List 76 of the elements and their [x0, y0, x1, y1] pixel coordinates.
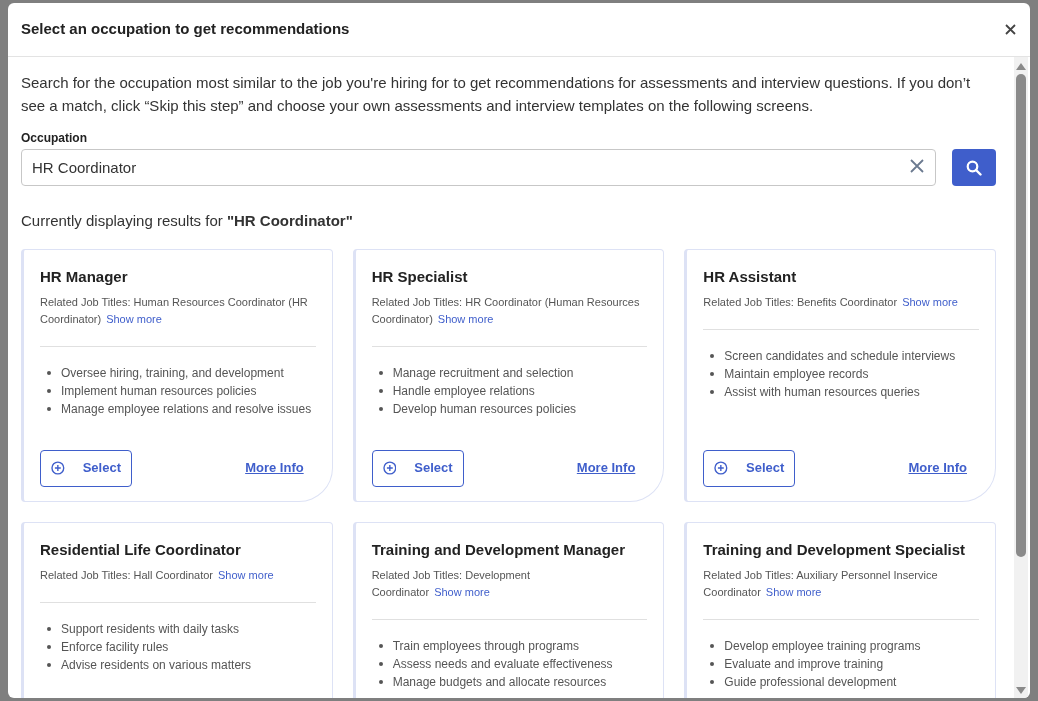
close-icon[interactable] [1003, 22, 1018, 37]
bullet-text: Evaluate and improve training [724, 656, 884, 673]
bullet-text: Train employees through programs [392, 638, 579, 655]
related-titles: Related Job Titles: Hall Coordinator Show more [40, 568, 275, 583]
related-titles: Related Job Titles: HR Coordinator (Human Resources Coordinator) Show more [371, 295, 641, 327]
related-titles: Related Job Titles: Auxiliary Personnel Inservice Coordinator Show more [703, 568, 939, 600]
show-more-link[interactable]: Show more [437, 313, 494, 325]
plus-circle-icon [714, 461, 728, 475]
search-button[interactable] [952, 149, 996, 186]
bullet-icon [47, 627, 51, 631]
bullet-icon [378, 407, 383, 411]
clear-icon[interactable] [910, 159, 924, 173]
search-icon [966, 159, 982, 176]
bullet-text: Assist with human resources queries [724, 384, 920, 401]
bullet-icon [378, 644, 383, 648]
bullet-text: Maintain employee records [724, 366, 869, 383]
bullet-icon [710, 354, 715, 358]
bullet-text: Handle employee relations [392, 383, 535, 400]
related-titles: Related Job Titles: Human Resources Coordinator (HR Coordinator) Show more [40, 295, 309, 327]
show-more-link[interactable]: Show more [765, 586, 822, 598]
bullet-icon [47, 645, 51, 649]
bullet-icon [710, 680, 715, 684]
bullet-icon [378, 389, 383, 393]
bullet-text: Develop employee training programs [724, 638, 921, 655]
card-title: Training and Development Specialist [703, 539, 967, 560]
card-title: HR Manager [40, 266, 129, 287]
dialog-title: Select an occupation to get recommendations [21, 19, 350, 40]
occupation-field[interactable]: HR Coordinator [21, 149, 936, 186]
card-title: Residential Life Coordinator [40, 539, 242, 560]
bullet-text: Guide professional development [724, 674, 897, 691]
scrollbar-thumb[interactable] [1016, 74, 1026, 557]
bullet-text: Assess needs and evaluate effectiveness [392, 656, 613, 673]
bullet-text: Enforce facility rules [61, 639, 169, 656]
scroll-down-icon[interactable] [1016, 687, 1026, 694]
more-info-link[interactable]: More Info [576, 458, 636, 478]
scroll-up-icon[interactable] [1016, 63, 1026, 70]
bullet-icon [47, 371, 51, 375]
bullet-text: Advise residents on various matters [61, 657, 252, 674]
bullet-icon [710, 390, 715, 394]
plus-circle-icon [382, 461, 397, 475]
bullet-text: Support residents with daily tasks [61, 621, 240, 638]
related-titles: Related Job Titles: Development Coordinator Show more [371, 568, 532, 600]
select-button[interactable]: Select [40, 449, 132, 487]
bullet-text: Implement human resources policies [61, 383, 257, 400]
more-info-link[interactable]: More Info [245, 458, 304, 478]
bullet-icon [47, 663, 51, 667]
more-info-link[interactable]: More Info [908, 458, 967, 478]
bullet-text: Oversee hiring, training, and development [61, 365, 284, 382]
bullet-icon [47, 389, 51, 393]
bullet-icon [378, 680, 383, 684]
show-more-link[interactable]: Show more [106, 313, 162, 325]
show-more-link[interactable]: Show more [218, 569, 274, 581]
card-title: Training and Development Manager [371, 539, 627, 560]
related-titles: Related Job Titles: Benefits Coordinator Show more [703, 295, 959, 310]
bullet-icon [710, 662, 715, 666]
bullet-text: Screen candidates and schedule interviews [724, 348, 956, 365]
bullet-text: Manage employee relations and resolve issues [61, 401, 312, 418]
select-button[interactable]: Select [703, 449, 796, 487]
bullet-icon [47, 407, 51, 411]
show-more-link[interactable]: Show more [902, 296, 958, 308]
bullet-icon [710, 372, 715, 376]
intro-text: Search for the occupation most similar to the job you're hiring for to get recommendations for assessments and interview questions. If you don’t see a match, click “Skip this step” and choose your own assessments and interview templates on the following screens. [21, 73, 972, 116]
results-heading: Currently displaying results for "HR Coordinator" [21, 211, 354, 231]
scrollbar[interactable] [1014, 57, 1028, 698]
plus-circle-icon [51, 461, 65, 475]
card-title: HR Specialist [371, 266, 469, 287]
bullet-text: Manage budgets and allocate resources [392, 674, 607, 691]
bullet-icon [710, 644, 715, 648]
bullet-text: Manage recruitment and selection [392, 365, 574, 382]
field-label: Occupation [21, 130, 88, 147]
show-more-link[interactable]: Show more [434, 586, 490, 598]
bullet-icon [378, 662, 383, 666]
select-button[interactable]: Select [371, 449, 464, 487]
bullet-icon [378, 371, 383, 375]
card-title: HR Assistant [703, 266, 798, 287]
bullet-text: Develop human resources policies [392, 401, 577, 418]
